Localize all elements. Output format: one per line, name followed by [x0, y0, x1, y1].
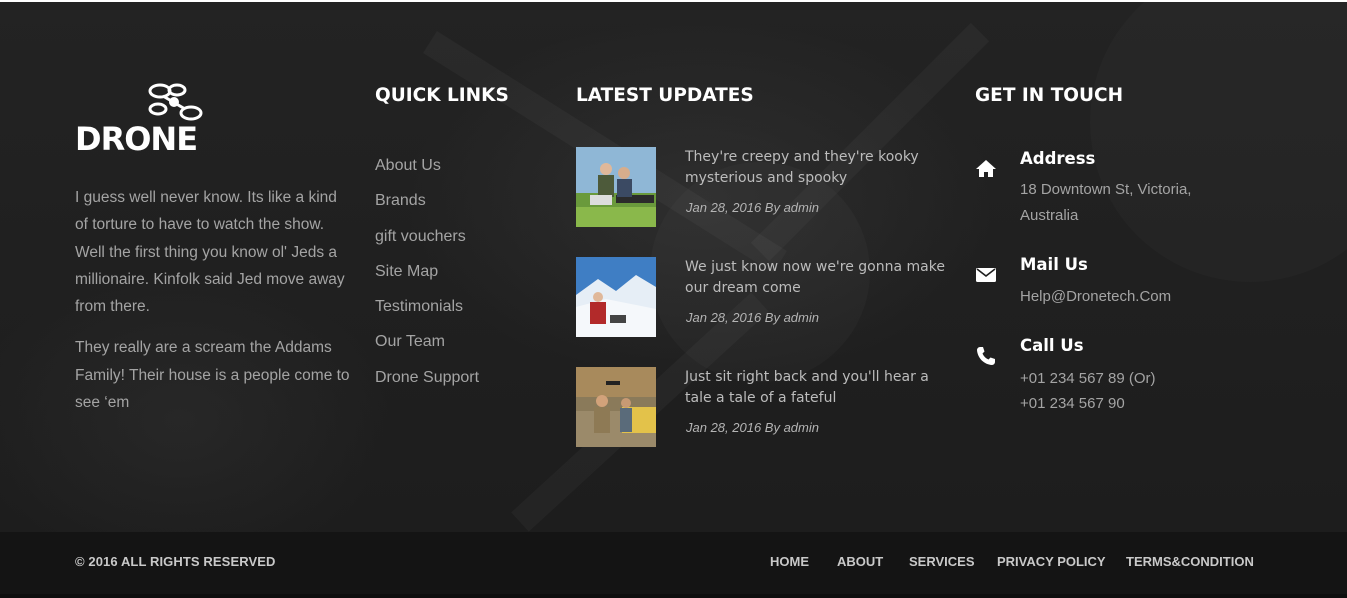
quick-link-testimonials[interactable]: Testimonials — [375, 293, 479, 328]
post-title[interactable]: Just sit right back and you'll hear a ta… — [685, 367, 950, 409]
bottom-bar: © 2016 ALL RIGHTS RESERVED HOME ABOUT SE… — [0, 532, 1347, 594]
post-item: Just sit right back and you'll hear a ta… — [576, 367, 956, 447]
envelope-icon — [976, 268, 996, 282]
post-item: We just know now we're gonna make our dr… — [576, 257, 956, 337]
nav-services[interactable]: SERVICES — [909, 554, 975, 569]
post-meta: Jan 28, 2016 By admin — [686, 200, 819, 215]
address-line: 18 Downtown St, Victoria, — [1020, 181, 1192, 198]
quick-link-gift-vouchers[interactable]: gift vouchers — [375, 223, 479, 258]
brand-name: DRONE — [75, 120, 198, 158]
post-title[interactable]: We just know now we're gonna make our dr… — [685, 257, 950, 299]
about-paragraph: I guess well never know. Its like a kind… — [75, 189, 345, 316]
call-title: Call Us — [1020, 336, 1084, 355]
nav-privacy-policy[interactable]: PRIVACY POLICY — [997, 554, 1106, 569]
nav-home[interactable]: HOME — [770, 554, 809, 569]
post-meta: Jan 28, 2016 By admin — [686, 420, 819, 435]
nav-terms-condition[interactable]: TERMS&CONDITION — [1126, 554, 1254, 569]
quick-link-about-us[interactable]: About Us — [375, 152, 479, 187]
post-item: They're creepy and they're kooky mysteri… — [576, 147, 956, 227]
home-icon — [976, 160, 996, 177]
footer-top: DRONE I guess well never know. Its like … — [0, 2, 1347, 532]
phone-number[interactable]: +01 234 567 90 — [1020, 395, 1125, 412]
phone-number[interactable]: +01 234 567 89 (Or) — [1020, 370, 1156, 387]
quick-links-list: About Us Brands gift vouchers Site Map T… — [375, 152, 479, 399]
drone-logo-icon — [148, 83, 203, 121]
post-thumbnail[interactable] — [576, 257, 656, 337]
quick-link-site-map[interactable]: Site Map — [375, 258, 479, 293]
mail-address[interactable]: Help@Dronetech.Com — [1020, 288, 1171, 305]
quick-link-our-team[interactable]: Our Team — [375, 328, 479, 363]
get-in-touch-title: GET IN TOUCH — [975, 85, 1124, 106]
about-paragraph: They really are a scream the Addams Fami… — [75, 339, 350, 412]
nav-about[interactable]: ABOUT — [837, 554, 883, 569]
address-title: Address — [1020, 149, 1096, 168]
site-footer: DRONE I guess well never know. Its like … — [0, 0, 1347, 598]
post-title[interactable]: They're creepy and they're kooky mysteri… — [685, 147, 950, 189]
about-text: I guess well never know. Its like a kind… — [75, 184, 350, 430]
latest-updates-title: LATEST UPDATES — [576, 85, 754, 106]
quick-links-title: QUICK LINKS — [375, 85, 509, 106]
quick-link-brands[interactable]: Brands — [375, 187, 479, 222]
post-thumbnail[interactable] — [576, 367, 656, 447]
address-line: Australia — [1020, 207, 1079, 224]
mail-title: Mail Us — [1020, 255, 1088, 274]
phone-icon — [977, 347, 995, 365]
quick-link-drone-support[interactable]: Drone Support — [375, 364, 479, 399]
copyright-text: © 2016 ALL RIGHTS RESERVED — [75, 554, 276, 569]
post-meta: Jan 28, 2016 By admin — [686, 310, 819, 325]
post-thumbnail[interactable] — [576, 147, 656, 227]
footer-base-strip — [0, 594, 1347, 598]
brand-logo[interactable]: DRONE — [75, 82, 215, 162]
